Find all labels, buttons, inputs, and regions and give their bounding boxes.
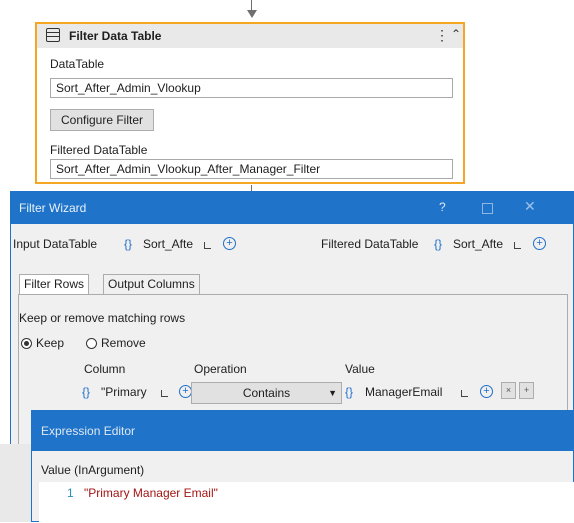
help-button[interactable]: ? bbox=[439, 200, 446, 214]
remove-radio[interactable] bbox=[86, 338, 97, 349]
expression-editor-dialog: Expression Editor Value (InArgument) 1 "… bbox=[31, 410, 574, 523]
add-variable-icon[interactable]: + bbox=[480, 385, 493, 398]
expand-editor-icon[interactable] bbox=[461, 390, 468, 397]
close-icon[interactable]: ✕ bbox=[524, 198, 536, 215]
value-field[interactable]: ManagerEmail bbox=[365, 385, 442, 399]
more-options-icon[interactable]: ⋮ bbox=[435, 27, 449, 44]
operation-dropdown[interactable]: Contains ▼ bbox=[191, 382, 342, 404]
expression-icon: {} bbox=[345, 385, 354, 399]
activity-title: Filter Data Table bbox=[69, 29, 162, 43]
column-value[interactable]: "Primary bbox=[101, 385, 147, 399]
operation-value: Contains bbox=[242, 386, 291, 400]
expand-editor-icon[interactable] bbox=[204, 242, 211, 249]
expression-icon: {} bbox=[82, 385, 91, 399]
line-number: 1 bbox=[67, 486, 74, 500]
add-variable-icon[interactable]: + bbox=[223, 237, 236, 250]
datatable-input[interactable]: Sort_After_Admin_Vlookup bbox=[50, 78, 453, 98]
data-table-icon bbox=[46, 28, 60, 42]
input-datatable-value[interactable]: Sort_Afte bbox=[143, 237, 193, 251]
activity-header[interactable]: Filter Data Table ⋮ ⌃ bbox=[37, 24, 463, 48]
background-panel bbox=[0, 444, 31, 522]
datatable-label: DataTable bbox=[50, 57, 105, 71]
filter-data-table-activity[interactable]: Filter Data Table ⋮ ⌃ DataTable Sort_Aft… bbox=[35, 22, 465, 184]
expression-icon: {} bbox=[124, 237, 133, 251]
keep-remove-label: Keep or remove matching rows bbox=[19, 311, 186, 325]
code-editor[interactable]: 1 "Primary Manager Email" bbox=[39, 482, 574, 523]
tab-filter-rows[interactable]: Filter Rows bbox=[19, 274, 90, 295]
keep-radio[interactable] bbox=[21, 338, 32, 349]
expression-editor-title: Expression Editor bbox=[41, 424, 136, 438]
column-header: Column bbox=[84, 362, 126, 376]
collapse-icon[interactable]: ⌃ bbox=[451, 27, 461, 41]
expression-icon: {} bbox=[434, 237, 443, 251]
expand-editor-icon[interactable] bbox=[161, 390, 168, 397]
filtered-datatable-input[interactable]: Sort_After_Admin_Vlookup_After_Manager_F… bbox=[50, 159, 453, 179]
filtered-datatable-label: Filtered DataTable bbox=[321, 237, 419, 251]
keep-label: Keep bbox=[36, 336, 65, 350]
filtered-datatable-value[interactable]: Sort_Afte bbox=[453, 237, 503, 251]
expand-editor-icon[interactable] bbox=[514, 242, 521, 249]
expression-editor-title-bar[interactable]: Expression Editor bbox=[32, 411, 574, 451]
operation-header: Operation bbox=[194, 362, 247, 376]
add-row-button[interactable]: + bbox=[519, 382, 534, 399]
remove-row-button[interactable]: × bbox=[501, 382, 516, 399]
code-line[interactable]: "Primary Manager Email" bbox=[84, 486, 218, 500]
chevron-down-icon: ▼ bbox=[328, 388, 337, 398]
wizard-title: Filter Wizard bbox=[19, 201, 87, 215]
add-variable-icon[interactable]: + bbox=[533, 237, 546, 250]
input-datatable-label: Input DataTable bbox=[13, 237, 98, 251]
value-inargument-label: Value (InArgument) bbox=[41, 463, 145, 477]
filtered-datatable-label: Filtered DataTable bbox=[50, 143, 148, 157]
configure-filter-button[interactable]: Configure Filter bbox=[50, 109, 154, 131]
remove-label: Remove bbox=[101, 336, 146, 350]
value-header: Value bbox=[345, 362, 375, 376]
maximize-icon[interactable] bbox=[482, 203, 493, 214]
tab-output-columns[interactable]: Output Columns bbox=[103, 274, 200, 295]
wizard-title-bar[interactable]: Filter Wizard ? ✕ bbox=[11, 192, 574, 224]
connector-arrow-icon bbox=[247, 10, 257, 18]
